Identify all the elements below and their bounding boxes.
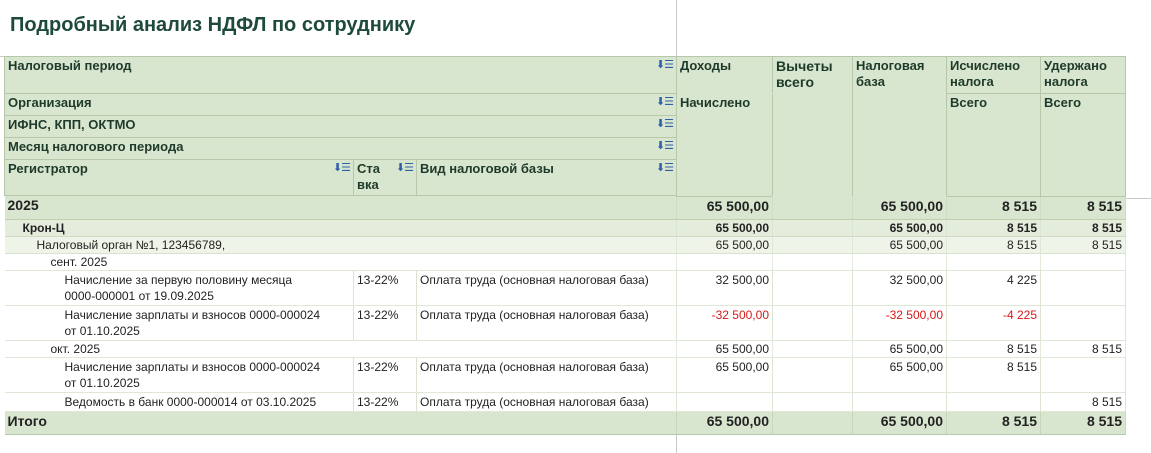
- header-taxbase[interactable]: Налоговая база: [852, 56, 947, 197]
- header-income-sub[interactable]: Начислено: [676, 93, 773, 197]
- group-row-ifns[interactable]: Налоговый орган №1, 123456789, 65 500,00…: [4, 236, 1126, 254]
- header-ifns[interactable]: ИФНС, КПП, ОКТМО ⬇☰: [4, 115, 677, 138]
- registrator-cell[interactable]: Начисление зарплаты и взносов 0000-00002…: [4, 357, 354, 393]
- header-income[interactable]: Доходы: [676, 56, 773, 94]
- header-organization[interactable]: Организация ⬇☰: [4, 93, 677, 116]
- table-row[interactable]: Начисление за первую половину месяца 000…: [4, 270, 1126, 306]
- header-rate[interactable]: ⬇☰ Ста вка: [353, 159, 417, 196]
- report-table: Налоговый период ⬇☰ Доходы Вычеты всего …: [4, 56, 1126, 435]
- row-divider-tick: [1126, 198, 1151, 199]
- page-title: Подробный анализ НДФЛ по сотруднику: [10, 14, 416, 36]
- header-month[interactable]: Месяц налогового периода ⬇☰: [4, 137, 677, 160]
- group-row-organization[interactable]: Крон-Ц 65 500,00 65 500,00 8 515 8 515: [4, 219, 1126, 237]
- header-registrator[interactable]: Регистратор ⬇☰: [4, 159, 354, 196]
- group-row-month-oct[interactable]: окт. 2025 65 500,00 65 500,00 8 515 8 51…: [4, 340, 1126, 358]
- header-withheld-sub[interactable]: Всего: [1040, 93, 1126, 197]
- sort-icon[interactable]: ⬇☰: [656, 58, 674, 71]
- sort-icon[interactable]: ⬇☰: [656, 117, 674, 130]
- header-calc-sub[interactable]: Всего: [946, 93, 1041, 197]
- sort-icon[interactable]: ⬇☰: [656, 95, 674, 108]
- total-row: Итого 65 500,00 65 500,00 8 515 8 515: [4, 410, 1126, 435]
- table-row[interactable]: Ведомость в банк 0000-000014 от 03.10.20…: [4, 392, 1126, 412]
- header-period[interactable]: Налоговый период ⬇☰: [4, 56, 677, 94]
- sort-icon[interactable]: ⬇☰: [333, 161, 351, 174]
- header-withheld[interactable]: Удержано налога: [1040, 56, 1126, 94]
- group-row-year[interactable]: 2025 65 500,00 65 500,00 8 515 8 515: [4, 196, 1126, 220]
- sort-icon[interactable]: ⬇☰: [656, 161, 674, 174]
- header-calc[interactable]: Исчислено налога: [946, 56, 1041, 94]
- registrator-cell[interactable]: Начисление за первую половину месяца 000…: [4, 270, 354, 306]
- table-row[interactable]: Начисление зарплаты и взносов 0000-00002…: [4, 305, 1126, 341]
- table-row[interactable]: Начисление зарплаты и взносов 0000-00002…: [4, 357, 1126, 393]
- registrator-cell[interactable]: Ведомость в банк 0000-000014 от 03.10.20…: [4, 392, 354, 412]
- header-base-type[interactable]: Вид налоговой базы ⬇☰: [416, 159, 677, 196]
- group-row-month-sep[interactable]: сент. 2025: [4, 253, 1126, 271]
- sort-icon[interactable]: ⬇☰: [656, 139, 674, 152]
- registrator-cell[interactable]: Начисление зарплаты и взносов 0000-00002…: [4, 305, 354, 341]
- sort-icon[interactable]: ⬇☰: [396, 161, 414, 174]
- header-deductions[interactable]: Вычеты всего: [772, 56, 853, 197]
